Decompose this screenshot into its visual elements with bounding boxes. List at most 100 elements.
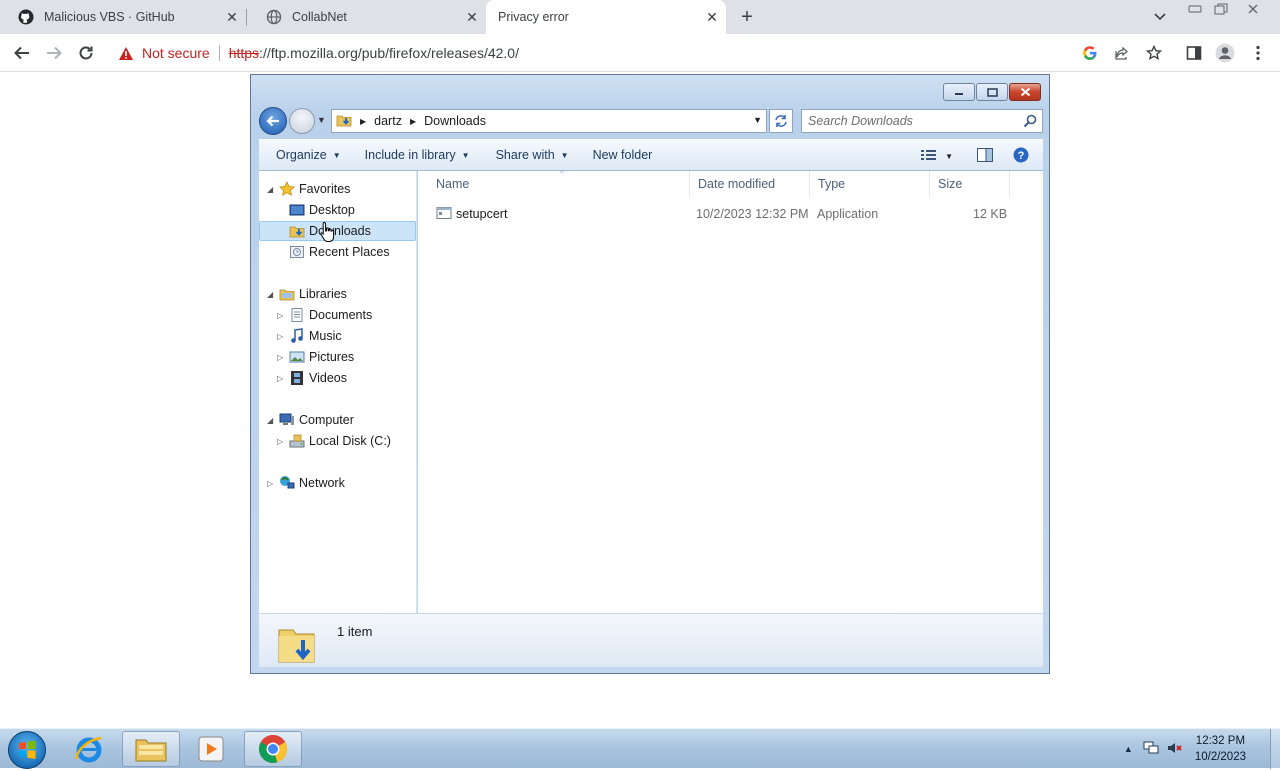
nav-downloads[interactable]: Downloads xyxy=(259,221,416,241)
recent-pages-dropdown-icon[interactable]: ▼ xyxy=(317,115,326,125)
back-arrow-icon[interactable] xyxy=(10,41,34,65)
file-explorer-taskbar-icon[interactable] xyxy=(122,731,180,767)
kebab-menu-icon[interactable] xyxy=(1248,43,1268,63)
omnibox-divider xyxy=(218,45,220,61)
chrome-taskbar-icon[interactable] xyxy=(244,731,302,767)
profile-avatar-icon[interactable] xyxy=(1215,43,1235,63)
view-dropdown-icon[interactable]: ▼ xyxy=(945,152,953,161)
explorer-search-box[interactable] xyxy=(801,109,1043,133)
minimize-window-icon[interactable] xyxy=(1182,0,1208,18)
column-header-name[interactable]: Name ^ xyxy=(428,169,690,197)
file-row[interactable]: setupcert 10/2/2023 12:32 PM Application… xyxy=(418,203,1028,225)
breadcrumb-chevron-icon: ▶ xyxy=(360,116,367,126)
nav-local-disk[interactable]: ▷ Local Disk (C:) xyxy=(259,431,416,451)
include-in-library-button[interactable]: Include in library ▼ xyxy=(365,148,470,162)
collapse-arrow-icon[interactable]: ◢ xyxy=(267,290,273,299)
side-panel-icon[interactable] xyxy=(1184,43,1204,63)
bookmark-star-icon[interactable] xyxy=(1144,43,1164,63)
expand-arrow-icon[interactable]: ▷ xyxy=(277,437,283,446)
windows-logo-icon xyxy=(19,740,36,759)
share-icon[interactable] xyxy=(1112,43,1132,63)
recent-places-icon xyxy=(289,244,305,260)
collapse-arrow-icon[interactable]: ◢ xyxy=(267,185,273,194)
forward-arrow-icon[interactable] xyxy=(42,41,66,65)
help-icon[interactable]: ? xyxy=(1013,147,1029,166)
nav-music[interactable]: ▷ Music xyxy=(259,326,416,346)
close-tab-icon[interactable]: ✕ xyxy=(224,9,240,25)
breadcrumb-dartz[interactable]: dartz xyxy=(374,114,402,128)
downloads-folder-icon xyxy=(336,112,352,131)
show-hidden-icons-icon[interactable]: ▲ xyxy=(1124,744,1133,754)
start-button[interactable] xyxy=(8,731,46,769)
column-header-date-modified[interactable]: Date modified xyxy=(690,171,810,197)
expand-arrow-icon[interactable]: ▷ xyxy=(277,311,283,320)
internet-explorer-taskbar-icon[interactable] xyxy=(60,731,118,767)
dropdown-arrow-icon: ▼ xyxy=(560,150,569,160)
computer-icon xyxy=(279,412,295,428)
search-input[interactable] xyxy=(808,114,1013,128)
restore-window-icon[interactable] xyxy=(1208,0,1234,18)
address-dropdown-icon[interactable]: ▼ xyxy=(753,115,762,125)
details-pane: 1 item xyxy=(259,613,1043,667)
tab-search-icon[interactable] xyxy=(1150,8,1170,26)
expand-arrow-icon[interactable]: ▷ xyxy=(277,332,283,341)
explorer-breadcrumb-bar[interactable]: ▶ dartz ▶ Downloads ▼ xyxy=(331,109,767,133)
file-date: 10/2/2023 12:32 PM xyxy=(696,207,809,221)
expand-arrow-icon[interactable]: ▷ xyxy=(277,353,283,362)
nav-label: Documents xyxy=(309,308,373,322)
network-status-icon[interactable] xyxy=(1143,741,1159,758)
organize-button[interactable]: Organize ▼ xyxy=(276,148,341,162)
nav-recent-places[interactable]: Recent Places xyxy=(259,242,416,262)
close-tab-icon[interactable]: ✕ xyxy=(464,9,480,25)
security-status[interactable]: Not secure xyxy=(142,45,210,61)
nav-videos[interactable]: ▷ Videos xyxy=(259,368,416,388)
warning-icon[interactable] xyxy=(118,45,134,61)
maximize-icon[interactable] xyxy=(976,83,1008,101)
share-with-button[interactable]: Share with ▼ xyxy=(496,148,569,162)
column-header-type[interactable]: Type xyxy=(810,171,930,197)
change-view-icon[interactable] xyxy=(921,149,937,164)
expand-arrow-icon[interactable]: ▷ xyxy=(267,479,273,488)
tab-title: Privacy error xyxy=(498,10,569,24)
search-icon[interactable] xyxy=(1023,114,1037,131)
item-count: 1 item xyxy=(337,624,373,639)
nav-label: Videos xyxy=(309,371,347,385)
nav-libraries[interactable]: ◢ Libraries xyxy=(259,284,416,304)
breadcrumb-downloads[interactable]: Downloads xyxy=(424,114,486,128)
taskbar-clock[interactable]: 12:32 PM 10/2/2023 xyxy=(1195,733,1246,765)
include-label: Include in library xyxy=(364,148,456,162)
caption-buttons xyxy=(942,83,1041,101)
new-folder-button[interactable]: New folder xyxy=(593,148,653,162)
speaker-muted-icon[interactable] xyxy=(1167,741,1183,758)
tab-collabnet[interactable]: CollabNet ✕ xyxy=(248,0,486,34)
tab-title: CollabNet xyxy=(292,10,347,24)
file-name: setupcert xyxy=(456,207,508,221)
column-header-size[interactable]: Size xyxy=(930,171,1010,197)
reload-icon[interactable] xyxy=(74,41,98,65)
google-icon[interactable] xyxy=(1080,43,1100,63)
close-tab-icon[interactable]: ✕ xyxy=(704,9,720,25)
explorer-back-icon[interactable] xyxy=(259,107,287,135)
preview-pane-icon[interactable] xyxy=(977,147,993,165)
address-bar[interactable]: Not secure https://ftp.mozilla.org/pub/f… xyxy=(108,39,1178,67)
nav-favorites[interactable]: ◢ Favorites xyxy=(259,179,416,199)
nav-desktop[interactable]: Desktop xyxy=(259,200,416,220)
nav-network[interactable]: ▷ Network xyxy=(259,473,416,493)
nav-pictures[interactable]: ▷ Pictures xyxy=(259,347,416,367)
url-text[interactable]: https://ftp.mozilla.org/pub/firefox/rele… xyxy=(229,45,519,61)
tab-malicious-vbs[interactable]: Malicious VBS · GitHub ✕ xyxy=(0,0,246,34)
nav-documents[interactable]: ▷ Documents xyxy=(259,305,416,325)
media-player-taskbar-icon[interactable] xyxy=(182,731,240,767)
minimize-icon[interactable] xyxy=(943,83,975,101)
close-window-icon[interactable] xyxy=(1240,0,1266,18)
close-icon[interactable] xyxy=(1009,83,1041,101)
collapse-arrow-icon[interactable]: ◢ xyxy=(267,416,273,425)
tab-privacy-error[interactable]: Privacy error ✕ xyxy=(486,0,726,34)
explorer-refresh-icon[interactable] xyxy=(769,109,793,133)
new-tab-button[interactable]: + xyxy=(736,6,758,28)
show-desktop-button[interactable] xyxy=(1270,729,1280,769)
expand-arrow-icon[interactable]: ▷ xyxy=(277,374,283,383)
nav-computer[interactable]: ◢ Computer xyxy=(259,410,416,430)
explorer-forward-icon[interactable] xyxy=(289,108,315,134)
downloads-large-folder-icon xyxy=(277,620,317,667)
